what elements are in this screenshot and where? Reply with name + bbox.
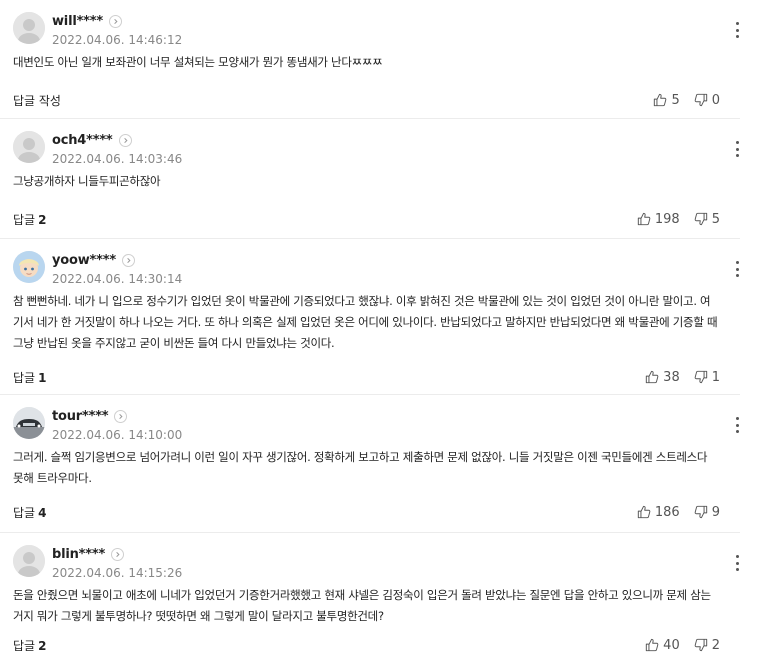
reply-button[interactable]: 답글 1	[13, 369, 46, 386]
comment-item: tour**** 2022.04.06. 14:10:00 그러게. 슬쩍 임기…	[0, 395, 740, 533]
like-count: 5	[671, 92, 680, 108]
dislike-button[interactable]: 5	[694, 212, 720, 227]
like-count: 40	[663, 637, 680, 653]
profile-avatar[interactable]	[13, 12, 45, 44]
thumbs-down-icon	[694, 93, 707, 107]
comment-text: 돈을 안줬으면 뇌물이고 애초에 니네가 입었던거 기증한거라했했고 현재 샤넬…	[13, 588, 711, 623]
comment-date: 2022.04.06. 14:10:00	[52, 428, 183, 442]
reply-label: 답글	[13, 505, 36, 520]
comment-item: will**** 2022.04.06. 14:46:12 대변인도 아닌 일개…	[0, 0, 740, 119]
dislike-count: 0	[711, 92, 720, 108]
nickname[interactable]: tour****	[52, 409, 109, 424]
like-button[interactable]: 40	[645, 638, 680, 653]
thumbs-down-icon	[694, 505, 707, 519]
reply-count: 2	[38, 212, 47, 227]
nickname[interactable]: blin****	[52, 547, 105, 562]
dislike-button[interactable]: 2	[694, 638, 720, 653]
reply-label: 답글	[13, 212, 36, 227]
dislike-button[interactable]: 0	[694, 93, 720, 108]
comment-item: blin**** 2022.04.06. 14:15:26 돈을 안줬으면 뇌물…	[0, 533, 740, 665]
chevron-right-icon[interactable]	[118, 133, 132, 147]
comment-date: 2022.04.06. 14:03:46	[52, 152, 183, 166]
like-button[interactable]: 5	[653, 92, 680, 108]
dislike-button[interactable]: 9	[694, 505, 720, 520]
reply-button[interactable]: 답글 2	[13, 211, 46, 228]
reply-button[interactable]: 답글 작성	[13, 92, 61, 109]
profile-avatar[interactable]	[13, 545, 45, 577]
thumbs-up-icon	[637, 505, 651, 519]
comment-date: 2022.04.06. 14:46:12	[52, 33, 183, 47]
nickname[interactable]: will****	[52, 14, 103, 29]
reply-label: 답글	[13, 370, 36, 385]
default-avatar-icon	[13, 131, 45, 163]
comment-text: 참 뻔뻔하네. 네가 니 입으로 정수기가 입었던 옷이 박물관에 기증되었다고…	[13, 294, 718, 350]
chevron-right-icon[interactable]	[121, 253, 135, 267]
comment-text: 그러게. 슬쩍 임기응변으로 넘어가려니 이런 일이 자꾸 생기잖어. 정확하게…	[13, 450, 708, 485]
thumbs-down-icon	[694, 638, 707, 652]
more-options-icon[interactable]	[734, 417, 740, 433]
nickname[interactable]: yoow****	[52, 253, 116, 268]
nickname[interactable]: och4****	[52, 133, 113, 148]
character-avatar-icon	[13, 251, 45, 283]
chevron-right-icon[interactable]	[108, 14, 122, 28]
like-button[interactable]: 38	[645, 370, 680, 385]
like-count: 186	[654, 504, 680, 520]
thumbs-down-icon	[694, 370, 707, 384]
comment-list: will**** 2022.04.06. 14:46:12 대변인도 아닌 일개…	[0, 0, 760, 665]
like-count: 198	[654, 211, 680, 227]
more-options-icon[interactable]	[734, 261, 740, 277]
more-options-icon[interactable]	[734, 141, 740, 157]
reply-count: 2	[38, 638, 47, 653]
more-options-icon[interactable]	[734, 22, 740, 38]
profile-avatar[interactable]	[13, 251, 45, 283]
comment-date: 2022.04.06. 14:30:14	[52, 272, 183, 286]
like-button[interactable]: 198	[637, 212, 680, 227]
comment-text: 그냥공개하자 니들두피곤하잖아	[13, 174, 161, 188]
reply-label: 답글 작성	[13, 93, 61, 108]
comment-item: och4**** 2022.04.06. 14:03:46 그냥공개하자 니들두…	[0, 119, 740, 239]
dislike-count: 5	[711, 211, 720, 227]
reply-count: 1	[38, 370, 47, 385]
dislike-count: 9	[711, 504, 720, 520]
like-count: 38	[663, 369, 680, 385]
like-button[interactable]: 186	[637, 505, 680, 520]
thumbs-up-icon	[646, 370, 659, 384]
comment-date: 2022.04.06. 14:15:26	[52, 566, 183, 580]
reply-button[interactable]: 답글 2	[13, 637, 46, 654]
profile-avatar[interactable]	[13, 407, 45, 439]
comment-item: yoow**** 2022.04.06. 14:30:14 참 뻔뻔하네. 네가…	[0, 239, 740, 395]
default-avatar-icon	[13, 545, 45, 577]
reply-label: 답글	[13, 638, 36, 653]
thumbs-up-icon	[646, 638, 659, 652]
car-avatar-icon	[13, 407, 45, 439]
comment-text: 대변인도 아닌 일개 보좌관이 너무 설쳐되는 모양새가 뭔가 똥냄새가 난다ㅉ…	[13, 55, 383, 69]
reply-count: 4	[38, 505, 47, 520]
thumbs-up-icon	[654, 93, 667, 107]
profile-avatar[interactable]	[13, 131, 45, 163]
reply-button[interactable]: 답글 4	[13, 504, 46, 521]
dislike-button[interactable]: 1	[694, 370, 720, 385]
thumbs-up-icon	[637, 212, 651, 226]
thumbs-down-icon	[694, 212, 707, 226]
more-options-icon[interactable]	[734, 555, 740, 571]
dislike-count: 1	[711, 369, 720, 385]
chevron-right-icon[interactable]	[111, 547, 125, 561]
dislike-count: 2	[711, 637, 720, 653]
default-avatar-icon	[13, 12, 45, 44]
chevron-right-icon[interactable]	[114, 409, 128, 423]
